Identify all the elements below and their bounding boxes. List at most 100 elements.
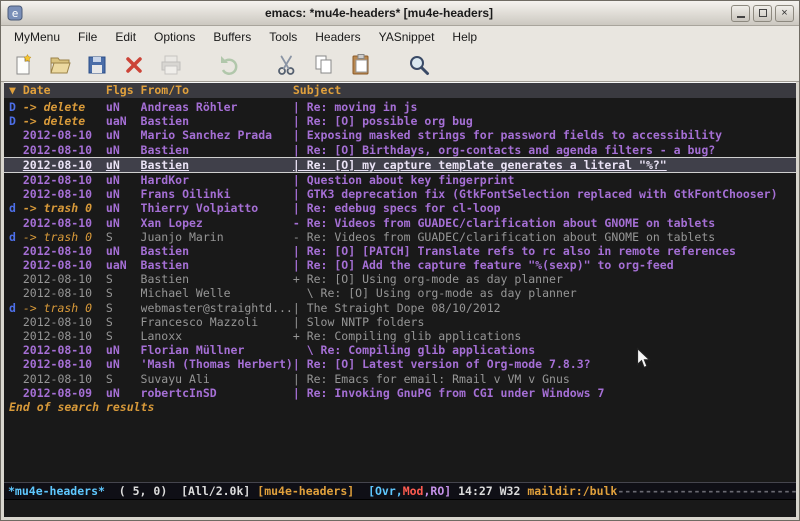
menu-item-edit[interactable]: Edit <box>106 27 145 47</box>
maximize-button[interactable] <box>753 5 772 22</box>
new-file-button[interactable] <box>9 51 37 79</box>
row-flags: uN <box>106 173 141 187</box>
message-row[interactable]: d -> trash 0 S webmaster@straightd... | … <box>4 301 796 315</box>
row-date: 2012-08-10 <box>23 286 106 300</box>
search-icon <box>407 53 431 77</box>
row-subject: | Re: Emacs for email: Rmail v VM v Gnus <box>293 372 796 386</box>
message-row[interactable]: 2012-08-10 uN Xan Lopez - Re: Videos fro… <box>4 216 796 230</box>
menu-item-help[interactable]: Help <box>443 27 486 47</box>
row-subject: | Re: [O] [PATCH] Translate refs to rc a… <box>293 244 796 258</box>
mode-line-segment: Mod <box>403 484 424 498</box>
message-row[interactable]: d -> trash 0 S Juanjo Marin - Re: Videos… <box>4 230 796 244</box>
message-row[interactable]: 2012-08-10 uN Bastien | Re: [O] [PATCH] … <box>4 244 796 258</box>
cut-button[interactable] <box>273 51 301 79</box>
echo-area[interactable] <box>4 499 796 517</box>
mode-line[interactable]: *mu4e-headers* ( 5, 0) [All/2.0k] [mu4e-… <box>4 482 796 499</box>
menu-item-tools[interactable]: Tools <box>260 27 306 47</box>
message-row[interactable]: 2012-08-10 S Michael Welle \ Re: [O] Usi… <box>4 286 796 300</box>
message-row[interactable]: 2012-08-10 S Lanoxx + Re: Compiling glib… <box>4 329 796 343</box>
emacs-window: e emacs: *mu4e-headers* [mu4e-headers] ×… <box>0 0 800 521</box>
message-row[interactable]: 2012-08-10 uN Frans Oilinki | GTK3 depre… <box>4 187 796 201</box>
row-flags: uaN <box>106 114 141 128</box>
column-header-subject[interactable]: Subject <box>293 83 796 98</box>
column-header-date[interactable]: Date <box>23 83 106 98</box>
row-subject: | Re: [O] Birthdays, org-contacts and ag… <box>293 143 796 157</box>
paste-button[interactable] <box>347 51 375 79</box>
menu-item-options[interactable]: Options <box>145 27 204 47</box>
message-row[interactable]: d -> trash 0 uN Thierry Volpiatto | Re: … <box>4 201 796 215</box>
column-header-from[interactable]: From/To <box>141 83 293 98</box>
search-button[interactable] <box>405 51 433 79</box>
row-from: Florian Müllner <box>141 343 293 357</box>
row-from: Bastien <box>141 143 293 157</box>
row-subject: - Re: Videos from GUADEC/clarification a… <box>293 216 796 230</box>
row-mark <box>9 128 23 142</box>
menu-item-buffers[interactable]: Buffers <box>204 27 260 47</box>
close-buffer-button[interactable] <box>120 51 148 79</box>
minimize-button[interactable] <box>731 5 750 22</box>
message-row[interactable]: 2012-08-10 uaN Bastien | Re: [O] Add the… <box>4 258 796 272</box>
message-row[interactable]: 2012-08-10 S Suvayu Ali | Re: Emacs for … <box>4 372 796 386</box>
sort-direction-icon[interactable]: ▼ <box>9 83 23 98</box>
row-mark: D <box>9 114 23 128</box>
copy-icon <box>312 53 336 77</box>
message-row[interactable]: D -> delete uN Andreas Röhler | Re: movi… <box>4 100 796 114</box>
message-row[interactable]: 2012-08-10 uN Mario Sanchez Prada | Expo… <box>4 128 796 142</box>
message-row[interactable]: 2012-08-10 S Bastien + Re: [O] Using org… <box>4 272 796 286</box>
menu-item-file[interactable]: File <box>69 27 106 47</box>
menu-item-yasnippet[interactable]: YASnippet <box>370 27 444 47</box>
message-row[interactable]: 2012-08-10 uN Florian Müllner \ Re: Comp… <box>4 343 796 357</box>
row-subject: | The Straight Dope 08/10/2012 <box>293 301 796 315</box>
row-subject: - Re: Videos from GUADEC/clarification a… <box>293 230 796 244</box>
undo-icon <box>217 53 241 77</box>
row-subject: | Re: Invoking GnuPG from CGI under Wind… <box>293 386 796 400</box>
undo-button[interactable] <box>215 51 243 79</box>
end-of-results: End of search results <box>4 400 796 414</box>
minimize-icon <box>737 9 745 18</box>
message-row[interactable]: 2012-08-10 S Francesco Mazzoli | Slow NN… <box>4 315 796 329</box>
row-from: 'Mash (Thomas Herbert) <box>141 357 293 371</box>
open-file-button[interactable] <box>46 51 74 79</box>
message-list: D -> delete uN Andreas Röhler | Re: movi… <box>4 98 796 482</box>
row-mark <box>9 216 23 230</box>
row-from: Frans Oilinki <box>141 187 293 201</box>
row-flags: uN <box>106 128 141 142</box>
row-subject: | GTK3 deprecation fix (GtkFontSelection… <box>293 187 796 201</box>
maximize-icon <box>759 9 767 17</box>
menu-item-headers[interactable]: Headers <box>306 27 369 47</box>
menubar: MyMenu File Edit Options Buffers Tools H… <box>1 26 799 48</box>
row-mark <box>9 143 23 157</box>
message-row[interactable]: 2012-08-10 uN 'Mash (Thomas Herbert) | R… <box>4 357 796 371</box>
row-mark: d <box>9 301 23 315</box>
window-title: emacs: *mu4e-headers* [mu4e-headers] <box>27 6 731 20</box>
copy-button[interactable] <box>310 51 338 79</box>
message-row[interactable]: 2012-08-09 uN robertcInSD | Re: Invoking… <box>4 386 796 400</box>
titlebar[interactable]: e emacs: *mu4e-headers* [mu4e-headers] × <box>1 1 799 26</box>
row-mark: d <box>9 230 23 244</box>
row-from: Juanjo Marin <box>141 230 293 244</box>
message-row[interactable]: 2012-08-10 uN Bastien | Re: [O] Birthday… <box>4 143 796 157</box>
row-date: 2012-08-10 <box>23 128 106 142</box>
message-row[interactable]: 2012-08-10 uN Bastien | Re: [O] my captu… <box>4 157 796 173</box>
row-date: 2012-08-10 <box>23 173 106 187</box>
mode-line-segment: ( 5, 0) [All/2.0k] <box>105 484 257 498</box>
row-subject: | Exposing masked strings for password f… <box>293 128 796 142</box>
save-icon <box>85 53 109 77</box>
row-from: Mario Sanchez Prada <box>141 128 293 142</box>
row-flags: S <box>106 272 141 286</box>
row-date: 2012-08-10 <box>23 315 106 329</box>
row-from: Francesco Mazzoli <box>141 315 293 329</box>
close-button[interactable]: × <box>775 5 794 22</box>
row-date: -> delete <box>23 114 106 128</box>
menu-item-mymenu[interactable]: MyMenu <box>5 27 69 47</box>
column-header-flags[interactable]: Flgs <box>106 83 141 98</box>
save-button[interactable] <box>83 51 111 79</box>
row-from: Lanoxx <box>141 329 293 343</box>
row-subject: | Re: [O] my capture template generates … <box>293 158 796 172</box>
message-row[interactable]: 2012-08-10 uN HardKor | Question about k… <box>4 173 796 187</box>
message-row[interactable]: D -> delete uaN Bastien | Re: [O] possib… <box>4 114 796 128</box>
row-mark <box>9 173 23 187</box>
print-button[interactable] <box>157 51 185 79</box>
row-from: HardKor <box>141 173 293 187</box>
window-icon: e <box>6 5 23 22</box>
